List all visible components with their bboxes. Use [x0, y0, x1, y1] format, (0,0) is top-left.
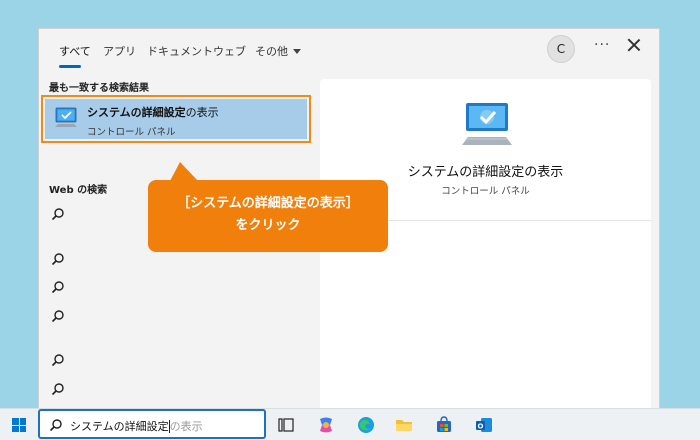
tab-web[interactable]: ウェブ — [213, 43, 246, 59]
close-icon[interactable] — [627, 38, 641, 52]
best-match-heading: 最も一致する検索結果 — [49, 83, 149, 94]
web-result-search-icon[interactable] — [51, 353, 65, 367]
web-result-search-icon[interactable] — [51, 207, 65, 221]
taskbar: システムの詳細設定の表示 O — [0, 408, 700, 440]
more-options-button[interactable]: ··· — [594, 37, 610, 53]
tab-all[interactable]: すべて — [59, 43, 91, 59]
chevron-down-icon — [293, 49, 301, 54]
tab-more[interactable]: その他 — [255, 43, 301, 59]
search-autocomplete-text: の表示 — [168, 420, 203, 433]
monitor-check-icon — [55, 107, 77, 127]
avatar[interactable]: C — [547, 35, 575, 63]
outlook-icon[interactable]: O — [474, 415, 494, 435]
taskbar-search-input[interactable]: システムの詳細設定の表示 — [38, 409, 266, 439]
web-result-search-icon[interactable] — [51, 382, 65, 396]
preview-title: システムの詳細設定の表示 — [407, 165, 564, 180]
search-typed-text: システムの詳細設定 — [70, 420, 169, 433]
tab-documents[interactable]: ドキュメント — [147, 43, 213, 59]
task-view-icon[interactable] — [276, 415, 296, 435]
edge-icon[interactable] — [356, 415, 376, 435]
callout-pointer — [170, 162, 198, 181]
search-tabs: すべて アプリ ドキュメント ウェブ その他 C ··· — [39, 29, 659, 71]
tab-more-label: その他 — [255, 45, 288, 58]
best-match-subtitle: コントロール パネル — [87, 127, 176, 138]
tab-apps[interactable]: アプリ — [103, 43, 136, 59]
best-match-title-bold: システムの詳細設定 — [87, 106, 186, 119]
instruction-callout: ［システムの詳細設定の表示］ をクリック — [148, 180, 388, 252]
best-match-result[interactable]: システムの詳細設定の表示 コントロール パネル — [41, 95, 311, 143]
search-query: システムの詳細設定の表示 — [70, 418, 203, 434]
callout-line-1: ［システムの詳細設定の表示］ — [177, 196, 359, 211]
store-icon[interactable] — [434, 415, 454, 435]
file-explorer-icon[interactable] — [394, 415, 414, 435]
best-match-title: システムの詳細設定の表示 — [87, 104, 219, 120]
monitor-check-icon — [462, 103, 512, 145]
windows-start-icon[interactable] — [12, 418, 26, 432]
web-search-heading: Web の検索 — [49, 185, 108, 196]
web-result-search-icon[interactable] — [51, 309, 65, 323]
copilot-icon[interactable] — [316, 415, 336, 435]
active-tab-indicator — [59, 65, 81, 68]
callout-line-2: をクリック — [235, 218, 301, 233]
search-icon — [49, 419, 62, 432]
web-result-search-icon[interactable] — [51, 280, 65, 294]
best-match-title-rest: の表示 — [185, 106, 219, 119]
svg-text:O: O — [478, 423, 484, 431]
web-result-search-icon[interactable] — [51, 252, 65, 266]
